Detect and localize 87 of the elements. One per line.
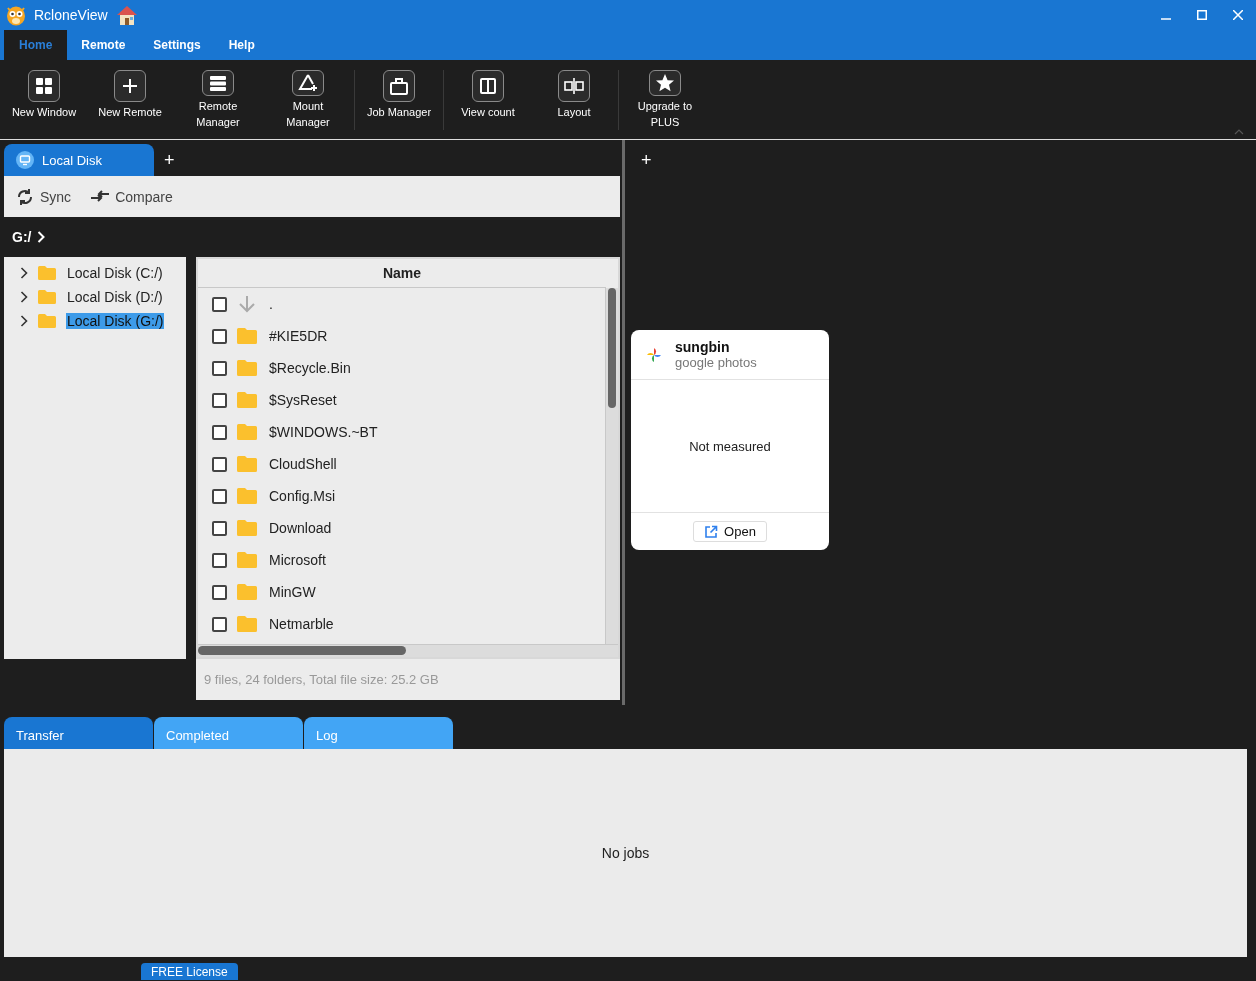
folder-icon <box>38 314 56 328</box>
ribbon-button[interactable]: Upgrade to PLUS <box>627 70 703 130</box>
status-text: 9 files, 24 folders, Total file size: 25.2 GB <box>196 659 620 700</box>
open-button[interactable]: Open <box>693 521 767 542</box>
monitor-icon <box>16 151 34 169</box>
file-name: Microsoft <box>269 552 326 568</box>
bottom-tab[interactable]: Transfer <box>4 717 153 749</box>
license-button[interactable]: FREE License <box>141 963 238 980</box>
usage-text: Not measured <box>689 438 771 454</box>
remote-card[interactable]: sungbin google photos Not measured Open <box>631 330 829 550</box>
row-checkbox[interactable] <box>212 488 227 504</box>
ribbon-button[interactable]: New Window <box>8 70 80 130</box>
columns-icon <box>477 75 499 97</box>
file-name: . <box>269 296 273 312</box>
row-checkbox[interactable] <box>212 328 227 344</box>
file-name: Config.Msi <box>269 488 336 504</box>
chevron-right-icon <box>37 231 46 243</box>
folder-icon <box>237 360 257 376</box>
remote-name: sungbin <box>675 339 731 355</box>
toolbar-button[interactable]: Sync <box>14 185 72 208</box>
row-checkbox[interactable] <box>212 520 227 536</box>
folder-icon <box>237 616 257 632</box>
menu-tab[interactable]: Home <box>4 30 68 60</box>
row-checkbox[interactable] <box>212 456 227 472</box>
path-segment[interactable]: G:/ <box>12 229 32 245</box>
row-checkbox[interactable] <box>212 552 227 568</box>
split-icon <box>563 75 585 97</box>
file-name: $Recycle.Bin <box>269 360 351 376</box>
file-name: $WINDOWS.~BT <box>269 424 378 440</box>
file-name: MinGW <box>269 584 316 600</box>
pinwheel-icon <box>645 345 663 364</box>
menu-tab[interactable]: Remote <box>67 30 140 60</box>
remote-type: google photos <box>675 355 757 370</box>
row-checkbox[interactable] <box>212 392 227 408</box>
chevron-right-icon[interactable] <box>20 315 28 327</box>
house-icon <box>115 4 138 26</box>
triangle-plus-icon <box>297 72 319 94</box>
ribbon-button[interactable]: Mount Manager <box>270 70 346 130</box>
add-tab-button[interactable]: + <box>154 149 185 171</box>
row-checkbox[interactable] <box>212 424 227 440</box>
grid-icon <box>33 75 55 97</box>
add-tab-button[interactable]: + <box>631 149 662 171</box>
external-link-icon <box>704 524 719 539</box>
file-name: Netmarble <box>269 616 334 632</box>
star-icon <box>654 72 676 94</box>
pane-tab[interactable]: Local Disk <box>4 144 154 176</box>
folder-icon <box>38 290 56 304</box>
file-name: Download <box>269 520 332 536</box>
ribbon-button[interactable]: Layout <box>538 70 610 130</box>
scrollbar-thumb[interactable] <box>198 646 406 655</box>
owl-logo-icon <box>6 4 26 26</box>
chevron-right-icon[interactable] <box>20 267 28 279</box>
row-checkbox[interactable] <box>212 296 227 312</box>
window-title: RcloneView <box>34 7 108 23</box>
column-header[interactable]: Name <box>198 265 606 281</box>
ribbon-button[interactable]: New Remote <box>94 70 166 130</box>
file-name: #KIE5DR <box>269 328 328 344</box>
folder-icon <box>237 520 257 536</box>
folder-icon <box>237 392 257 408</box>
row-checkbox[interactable] <box>212 360 227 376</box>
close-icon[interactable] <box>1233 10 1243 20</box>
folder-icon <box>237 328 257 344</box>
folder-icon <box>237 456 257 472</box>
menu-tab[interactable]: Settings <box>139 30 215 60</box>
menu-tab[interactable]: Help <box>214 30 269 60</box>
file-name: $SysReset <box>269 392 337 408</box>
row-checkbox[interactable] <box>212 584 227 600</box>
briefcase-icon <box>388 75 410 97</box>
ribbon-button[interactable]: View count <box>452 70 524 130</box>
folder-icon <box>38 266 56 280</box>
scrollbar-thumb[interactable] <box>608 288 616 408</box>
tree-item[interactable]: Local Disk (G:/) <box>66 313 165 329</box>
empty-jobs-text: No jobs <box>601 845 650 861</box>
file-name: CloudShell <box>269 456 337 472</box>
row-checkbox[interactable] <box>212 616 227 632</box>
folder-icon <box>237 552 257 568</box>
tree-item[interactable]: Local Disk (C:/) <box>66 265 164 281</box>
maximize-icon[interactable] <box>1197 10 1207 20</box>
folder-icon <box>237 424 257 440</box>
chevron-right-icon[interactable] <box>20 291 28 303</box>
ribbon-button[interactable]: Job Manager <box>363 70 435 130</box>
tree-item[interactable]: Local Disk (D:/) <box>66 289 164 305</box>
down-arrow-icon <box>237 295 257 313</box>
folder-icon <box>237 488 257 504</box>
toolbar-button[interactable]: Compare <box>89 185 173 208</box>
ribbon-button[interactable]: Remote Manager <box>180 70 256 130</box>
folder-icon <box>237 584 257 600</box>
